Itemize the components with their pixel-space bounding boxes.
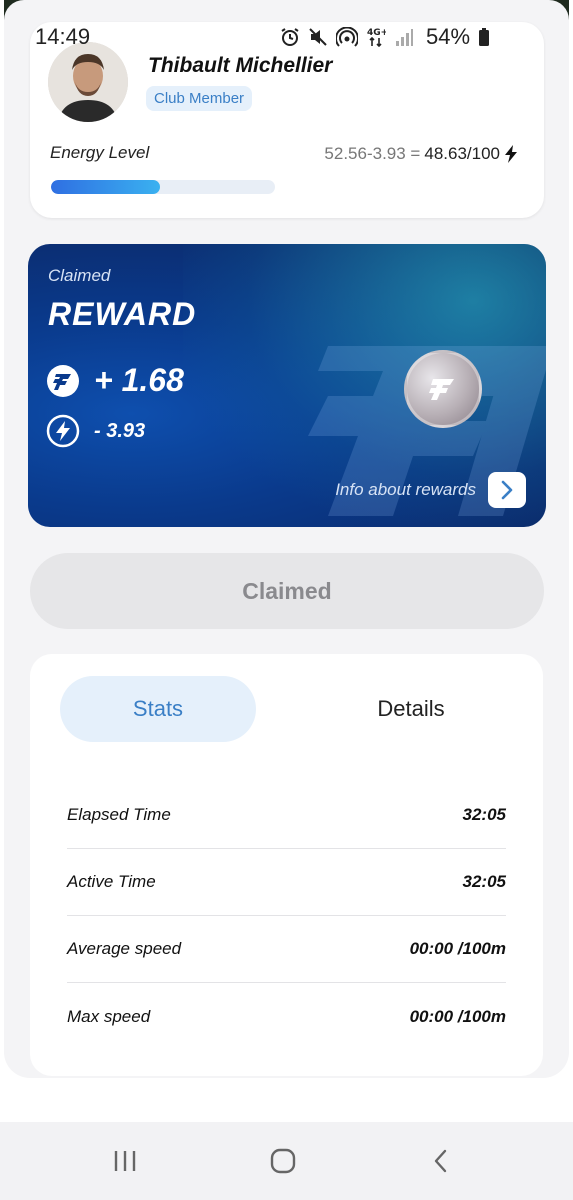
bolt-icon	[505, 145, 517, 163]
info-about-rewards-link[interactable]: Info about rewards	[335, 472, 526, 508]
reward-amount-row: + 1.68	[46, 362, 184, 399]
reward-card: Claimed REWARD + 1.68 - 3.93 Info about …	[28, 244, 546, 527]
recent-apps-icon	[114, 1151, 136, 1171]
user-name: Thibault Michellier	[148, 54, 333, 77]
coin-icon	[47, 364, 79, 397]
info-rewards-button[interactable]	[488, 472, 526, 508]
status-icons: 4G+ 54%	[280, 24, 490, 50]
signal-icon	[396, 29, 413, 46]
coin-icon	[404, 350, 482, 428]
status-bar: 14:49 4G+ 54%	[0, 22, 573, 52]
reward-energy-row: - 3.93	[46, 414, 145, 448]
stats-row: Max speed 00:00 /100m	[67, 983, 506, 1050]
energy-progress-bar	[51, 180, 275, 194]
avatar[interactable]	[48, 42, 128, 122]
club-member-badge: Club Member	[146, 86, 253, 111]
energy-formula: 52.56-3.93 = 48.63/100	[324, 144, 518, 164]
stats-value: 32:05	[462, 805, 506, 824]
svg-text:4G+: 4G+	[367, 28, 386, 38]
back-icon	[434, 1149, 447, 1173]
reward-title: REWARD	[48, 296, 197, 332]
stats-value: 32:05	[462, 872, 506, 891]
hotspot-icon	[336, 27, 358, 47]
energy-bolt-icon	[46, 414, 80, 448]
home-icon	[270, 1148, 296, 1174]
alarm-icon	[281, 28, 299, 46]
chevron-right-icon	[501, 480, 513, 500]
stats-card: Stats Details Elapsed Time 32:05 Active …	[30, 654, 543, 1076]
stats-value: 00:00 /100m	[409, 939, 506, 958]
reward-amount: + 1.68	[94, 362, 184, 398]
stats-list: Elapsed Time 32:05 Active Time 32:05 Ave…	[67, 782, 506, 1050]
recent-apps-button[interactable]	[108, 1146, 142, 1176]
sheet-corner-right	[529, 0, 569, 40]
coin-logo-icon	[429, 379, 454, 400]
sheet-corner-left	[4, 0, 44, 40]
stats-row: Elapsed Time 32:05	[67, 782, 506, 849]
stats-label: Active Time	[67, 872, 156, 891]
reward-energy-change: - 3.93	[94, 419, 146, 442]
system-nav-bar	[0, 1122, 573, 1200]
stats-label: Max speed	[67, 1006, 151, 1026]
tab-stats[interactable]: Stats	[60, 676, 256, 742]
info-about-rewards-label: Info about rewards	[335, 480, 476, 499]
mute-icon	[309, 28, 327, 46]
battery-percent: 54%	[426, 24, 471, 49]
stats-value: 00:00 /100m	[409, 1006, 506, 1026]
reward-status-label: Claimed	[48, 266, 111, 285]
tab-details[interactable]: Details	[313, 676, 509, 742]
claimed-button[interactable]: Claimed	[30, 553, 544, 629]
energy-formula-calc: 52.56-3.93 =	[324, 144, 421, 163]
stats-label: Average speed	[67, 939, 182, 958]
back-button[interactable]	[424, 1146, 458, 1176]
battery-icon	[479, 28, 490, 46]
energy-progress-fill	[51, 180, 160, 194]
stats-label: Elapsed Time	[67, 805, 171, 824]
network-4g-icon: 4G+	[367, 28, 386, 48]
status-time: 14:49	[35, 24, 91, 49]
energy-formula-result: 48.63/100	[424, 144, 500, 163]
stats-row: Active Time 32:05	[67, 849, 506, 916]
avatar-photo	[48, 42, 128, 122]
energy-level-label: Energy Level	[50, 143, 150, 162]
stats-row: Average speed 00:00 /100m	[67, 916, 506, 983]
home-button[interactable]	[266, 1146, 300, 1176]
